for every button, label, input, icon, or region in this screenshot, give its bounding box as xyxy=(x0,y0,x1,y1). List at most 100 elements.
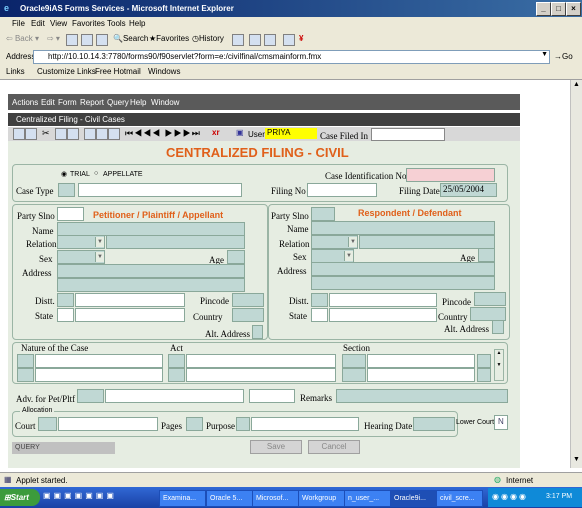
cut-icon[interactable]: ✂ xyxy=(42,128,50,139)
menu-favorites[interactable]: Favorites xyxy=(72,19,105,28)
case-id-field[interactable] xyxy=(406,168,495,182)
maximize-button[interactable]: □ xyxy=(551,2,566,16)
pet-state-field[interactable] xyxy=(75,308,185,322)
minimize-button[interactable]: _ xyxy=(536,2,551,16)
menu-tools[interactable]: Tools xyxy=(107,19,126,28)
record-navigation-icons[interactable]: ⏮◀◀◀ ▶▶▶⏭ xyxy=(125,128,201,139)
appellate-radio[interactable]: ○ xyxy=(94,170,98,177)
pet-alt-address-field[interactable] xyxy=(252,325,263,339)
link-windows[interactable]: Windows xyxy=(148,67,180,76)
act-code-field-1[interactable] xyxy=(168,354,185,368)
section-extra-field-2[interactable] xyxy=(477,368,491,382)
task-examina[interactable]: Examina... xyxy=(159,490,206,507)
scroll-up-icon[interactable]: ▲ xyxy=(573,81,580,88)
section-field-1[interactable] xyxy=(367,354,475,368)
cancel-query-icon[interactable] xyxy=(108,128,120,140)
forms-menu-actions[interactable]: Actions xyxy=(12,98,38,107)
print-icon[interactable] xyxy=(249,34,261,46)
act-field-2[interactable] xyxy=(186,368,336,382)
res-state-code-field[interactable] xyxy=(311,308,328,322)
forward-button[interactable]: ⇨ ▾ xyxy=(47,34,60,43)
link-customize[interactable]: Customize Links xyxy=(37,67,96,76)
pet-relation-name-field[interactable] xyxy=(106,235,245,249)
section-code-field-1[interactable] xyxy=(342,354,366,368)
case-type-code-field[interactable] xyxy=(58,183,75,197)
print-icon[interactable] xyxy=(25,128,37,140)
pages-field[interactable] xyxy=(186,417,203,431)
execute-query-icon[interactable] xyxy=(96,128,108,140)
res-name-field[interactable] xyxy=(311,221,495,235)
pet-distt-field[interactable] xyxy=(75,293,185,307)
section-extra-field-1[interactable] xyxy=(477,354,491,368)
filing-date-field[interactable]: 25/05/2004 xyxy=(440,183,497,197)
trial-radio[interactable]: ◉ xyxy=(61,170,67,178)
task-workgroup[interactable]: Workgroup xyxy=(298,490,345,507)
pet-address-line1[interactable] xyxy=(57,264,245,278)
task-oracle9i[interactable]: Oracle9i... xyxy=(390,490,437,507)
search-button[interactable]: 🔍Search xyxy=(113,34,148,43)
res-distt-code-field[interactable] xyxy=(311,293,328,307)
address-input[interactable]: http://10.10.14.3:7780/forms90/f90servle… xyxy=(33,50,550,64)
menu-file[interactable]: File xyxy=(12,19,25,28)
forms-menu-report[interactable]: Report xyxy=(80,98,104,107)
forms-menu-window[interactable]: Window xyxy=(151,98,179,107)
adv-code-field[interactable] xyxy=(77,389,104,403)
link-hotmail[interactable]: Free Hotmail xyxy=(95,67,141,76)
res-state-field[interactable] xyxy=(329,308,437,322)
nature-code-field-2[interactable] xyxy=(17,368,34,382)
section-code-field-2[interactable] xyxy=(342,368,366,382)
case-filed-input[interactable] xyxy=(371,128,445,141)
hearing-date-field[interactable] xyxy=(413,417,455,431)
pet-address-line2[interactable] xyxy=(57,278,245,292)
nature-field-2[interactable] xyxy=(35,368,163,382)
res-sex-select[interactable]: ▼ xyxy=(311,249,354,263)
address-dropdown-icon[interactable]: ▼ xyxy=(541,51,548,58)
purpose-code-field[interactable] xyxy=(236,417,250,431)
close-button[interactable]: × xyxy=(566,2,581,16)
res-relation-name-field[interactable] xyxy=(359,235,495,249)
section-field-2[interactable] xyxy=(367,368,475,382)
paste-icon[interactable] xyxy=(67,128,79,140)
res-age-field[interactable] xyxy=(478,248,495,262)
quick-launch-icons[interactable]: ▣▣▣▣▣▣▣ xyxy=(43,491,117,500)
res-country-field[interactable] xyxy=(470,307,506,321)
res-relation-select[interactable]: ▼ xyxy=(311,235,358,249)
filing-no-field[interactable] xyxy=(307,183,377,197)
cancel-button[interactable]: Cancel xyxy=(308,440,360,454)
res-distt-field[interactable] xyxy=(329,293,437,307)
query-icon[interactable] xyxy=(84,128,96,140)
menu-edit[interactable]: Edit xyxy=(31,19,45,28)
discuss-icon[interactable] xyxy=(283,34,295,46)
menu-help[interactable]: Help xyxy=(129,19,145,28)
act-code-field-2[interactable] xyxy=(168,368,185,382)
pet-sex-select[interactable]: ▼ xyxy=(57,250,105,264)
pet-pincode-field[interactable] xyxy=(232,293,264,307)
res-party-slno-field[interactable] xyxy=(311,207,335,221)
res-alt-address-field[interactable] xyxy=(492,320,504,334)
vertical-scrollbar[interactable]: ▲ ▼ xyxy=(570,80,582,468)
case-type-field[interactable] xyxy=(78,183,242,197)
task-microsoft[interactable]: Microsof... xyxy=(252,490,299,507)
res-pincode-field[interactable] xyxy=(474,292,506,306)
messenger-icon[interactable]: ¥ xyxy=(299,34,303,43)
pet-relation-select[interactable]: ▼ xyxy=(57,235,105,249)
nature-field-1[interactable] xyxy=(35,354,163,368)
menu-view[interactable]: View xyxy=(50,19,67,28)
court-field[interactable] xyxy=(58,417,158,431)
stop-icon[interactable] xyxy=(66,34,78,46)
pet-name-field[interactable] xyxy=(57,222,245,236)
pet-age-field[interactable] xyxy=(227,250,245,264)
save-button[interactable]: Save xyxy=(250,440,302,454)
lower-court-field[interactable]: N xyxy=(494,415,508,430)
remarks-field[interactable] xyxy=(336,389,508,403)
tray-icons[interactable]: ◉◉◉◉ xyxy=(492,492,528,501)
task-civil-screen[interactable]: civil_scre... xyxy=(436,490,483,507)
purpose-field[interactable] xyxy=(251,417,359,431)
delete-record-icon[interactable]: xr xyxy=(212,128,220,137)
start-button[interactable]: ⊞Start xyxy=(0,489,40,506)
home-icon[interactable] xyxy=(96,34,108,46)
forms-menu-query[interactable]: Query xyxy=(107,98,129,107)
task-oracle5[interactable]: Oracle 5... xyxy=(206,490,253,507)
scroll-down-icon[interactable]: ▼ xyxy=(573,456,580,463)
act-field-1[interactable] xyxy=(186,354,336,368)
